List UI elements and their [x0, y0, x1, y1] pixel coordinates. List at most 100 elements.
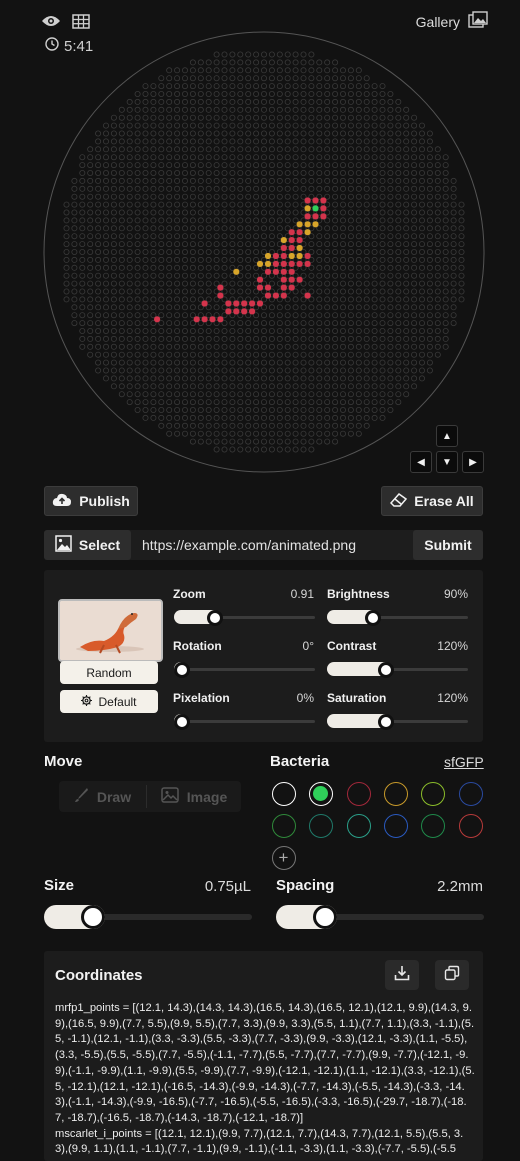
coordinates-title: Coordinates — [55, 967, 143, 984]
mrfp1-dot — [304, 197, 311, 204]
contrast-knob[interactable] — [377, 662, 394, 678]
move-left-button[interactable]: ◀ — [410, 451, 432, 473]
download-icon — [394, 965, 410, 986]
brightness-value: 90% — [443, 587, 468, 601]
bacteria-swatch[interactable] — [421, 782, 446, 806]
bacteria-swatch[interactable] — [458, 782, 483, 806]
mrfp1-dot — [225, 300, 232, 307]
move-right-button[interactable]: ▶ — [462, 451, 484, 473]
bacteria-swatch[interactable] — [421, 814, 446, 838]
bacteria-swatch[interactable] — [272, 782, 296, 806]
bacteria-swatch[interactable] — [458, 814, 483, 838]
mrfp1-points: mrfp1_points = [(12.1, 14.3),(14.3, 14.3… — [55, 1002, 475, 1124]
mrfp1-dot — [249, 300, 256, 307]
image-mode-button[interactable]: Image — [147, 781, 241, 812]
mrfp1-dot — [304, 260, 311, 267]
rotation-value: 0° — [302, 639, 314, 653]
mrfp1-dot — [312, 213, 319, 220]
mrfp1-dot — [288, 260, 295, 267]
publish-button[interactable]: Publish — [44, 486, 138, 516]
image-mode-label: Image — [186, 788, 228, 805]
erase-all-label: Erase All — [414, 493, 474, 509]
saturation-value: 120% — [437, 691, 468, 705]
rotation-knob[interactable] — [174, 662, 190, 678]
move-up-button[interactable]: ▲ — [436, 425, 458, 447]
mrfp1-dot — [256, 284, 264, 291]
mrfp1-dot — [280, 260, 287, 267]
mrfp1-dot — [288, 268, 295, 275]
mrfp1-dot — [217, 292, 224, 299]
mrfp1-dot — [225, 308, 232, 315]
bacteria-swatch[interactable] — [272, 814, 296, 838]
mrfp1-dot — [264, 292, 272, 299]
mscarlet-points: mscarlet_i_points = [(12.1, 12.1),(9.9, … — [55, 1127, 464, 1156]
image-mode-icon — [161, 787, 179, 806]
default-button[interactable]: Default — [60, 690, 158, 713]
zoom-value: 0.91 — [290, 587, 314, 601]
bacteria-swatch[interactable] — [346, 814, 371, 838]
mrfp1-dot — [241, 300, 248, 307]
saturation-label: Saturation — [327, 691, 387, 705]
spacing-knob[interactable] — [312, 905, 337, 929]
size-knob[interactable] — [80, 905, 105, 929]
mrfp1-dot — [233, 308, 240, 315]
bacteria-swatch[interactable] — [383, 782, 408, 806]
petri-dish-canvas[interactable] — [0, 0, 520, 480]
mrfp1-dot — [296, 237, 303, 244]
mrfp1-dot — [272, 268, 279, 275]
dish-rim — [43, 31, 485, 473]
mrfp1-dot — [256, 276, 264, 283]
contrast-value: 120% — [437, 639, 468, 653]
pixelation-knob[interactable] — [174, 714, 190, 730]
mrfp1-dot — [256, 300, 264, 307]
mscarlet-dot — [296, 252, 303, 260]
add-bacteria-button[interactable]: + — [272, 846, 296, 870]
draw-mode-button[interactable]: Draw — [59, 781, 145, 812]
brush-icon — [73, 787, 89, 806]
move-mode-toggle: Draw Image — [59, 781, 241, 812]
mrfp1-dot — [288, 276, 295, 283]
erase-all-button[interactable]: Erase All — [381, 486, 483, 516]
mscarlet-dot — [304, 205, 311, 212]
mscarlet-dot — [233, 268, 240, 275]
saturation-knob[interactable] — [377, 714, 394, 730]
eraser-icon — [390, 492, 408, 510]
image-preview[interactable] — [58, 599, 163, 662]
mrfp1-dot — [320, 213, 327, 220]
download-button[interactable] — [385, 960, 419, 990]
mrfp1-dot — [304, 292, 311, 299]
copy-button[interactable] — [435, 960, 469, 990]
mrfp1-dot — [280, 292, 287, 299]
bacteria-swatch[interactable] — [346, 782, 371, 806]
submit-button[interactable]: Submit — [413, 530, 483, 560]
zoom-knob[interactable] — [207, 610, 224, 626]
bacteria-swatch[interactable] — [309, 782, 334, 806]
spacing-value: 2.2mm — [437, 878, 483, 895]
bacteria-title: Bacteria — [270, 753, 330, 770]
image-url-input[interactable] — [134, 530, 408, 560]
move-title: Move — [44, 753, 83, 770]
brightness-knob[interactable] — [365, 610, 382, 626]
mscarlet-dot — [264, 252, 272, 260]
mrfp1-dot — [280, 268, 287, 275]
image-url-row: Select Submit — [44, 530, 483, 560]
bacteria-swatch[interactable] — [383, 814, 408, 838]
mrfp1-dot — [217, 284, 224, 291]
move-down-button[interactable]: ▼ — [436, 451, 458, 473]
publish-label: Publish — [79, 493, 130, 509]
random-button[interactable]: Random — [60, 661, 158, 684]
mrfp1-dot — [154, 316, 161, 323]
mrfp1-dot — [217, 316, 224, 323]
selected-bacteria-name[interactable]: sfGFP — [444, 754, 484, 770]
submit-label: Submit — [424, 537, 472, 553]
draw-label: Draw — [96, 788, 132, 805]
mrfp1-dot — [201, 300, 208, 307]
mscarlet-dot — [280, 237, 287, 244]
bacteria-swatch[interactable] — [309, 814, 334, 838]
contrast-label: Contrast — [327, 639, 377, 653]
size-value: 0.75µL — [204, 878, 251, 895]
swatch-fill — [313, 786, 329, 801]
mrfp1-dot — [249, 308, 256, 315]
mrfp1-dot — [280, 276, 287, 283]
select-image-button[interactable]: Select — [44, 530, 131, 560]
